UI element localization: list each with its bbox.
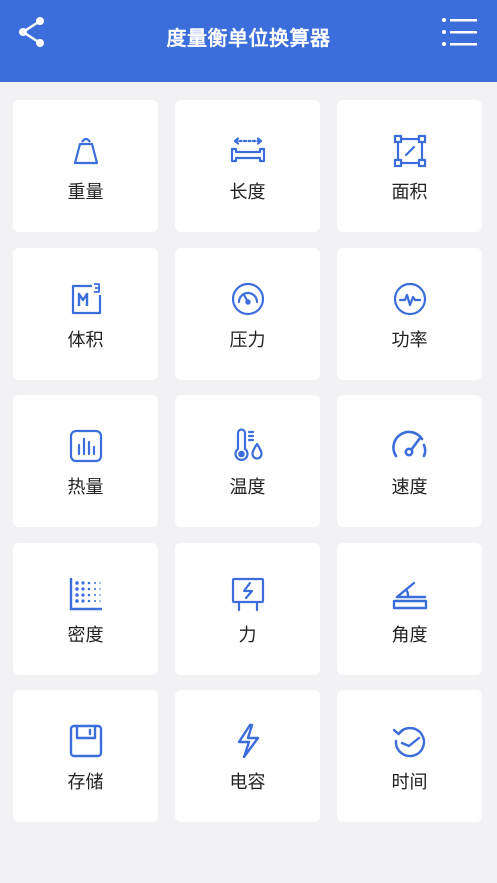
category-card-storage[interactable]: 存储 bbox=[13, 690, 158, 822]
thermometer-icon bbox=[230, 428, 266, 464]
category-label: 功率 bbox=[391, 329, 428, 351]
category-label: 力 bbox=[238, 624, 257, 646]
menu-button[interactable] bbox=[441, 14, 481, 50]
category-card-angle[interactable]: 角度 bbox=[337, 542, 482, 675]
angle-icon bbox=[392, 576, 428, 612]
category-label: 存储 bbox=[67, 772, 104, 793]
force-board-icon bbox=[230, 576, 266, 612]
floppy-disk-icon bbox=[68, 723, 104, 759]
app-title: 度量衡单位换算器 bbox=[166, 26, 331, 50]
power-icon bbox=[392, 281, 428, 317]
clock-rotate-icon bbox=[392, 723, 428, 759]
category-card-force[interactable]: 力 bbox=[175, 542, 320, 675]
category-card-temperature[interactable]: 温度 bbox=[175, 395, 320, 527]
category-label: 长度 bbox=[229, 182, 266, 203]
category-label: 密度 bbox=[67, 624, 104, 646]
category-card-capacitance[interactable]: 电容 bbox=[175, 690, 320, 822]
category-label: 角度 bbox=[391, 624, 428, 646]
category-label: 面积 bbox=[391, 182, 428, 203]
category-card-volume[interactable]: 体积 bbox=[13, 247, 158, 380]
category-card-time[interactable]: 时间 bbox=[337, 690, 482, 822]
menu-list-icon bbox=[442, 18, 477, 46]
category-label: 电容 bbox=[229, 772, 266, 793]
pressure-gauge-icon bbox=[230, 281, 266, 317]
weight-icon bbox=[68, 133, 104, 169]
density-dots-icon bbox=[68, 576, 104, 612]
category-label: 时间 bbox=[391, 772, 428, 793]
category-card-weight[interactable]: 重量 bbox=[13, 100, 158, 232]
category-label: 热量 bbox=[67, 477, 104, 498]
category-label: 温度 bbox=[229, 477, 266, 498]
category-label: 压力 bbox=[229, 329, 266, 351]
category-card-area[interactable]: 面积 bbox=[337, 100, 482, 232]
app-header: 度量衡单位换算器 bbox=[0, 0, 497, 82]
lightning-icon bbox=[230, 723, 266, 759]
heat-chart-icon bbox=[68, 428, 104, 464]
volume-icon bbox=[68, 281, 104, 317]
category-card-pressure[interactable]: 压力 bbox=[175, 247, 320, 380]
category-label: 体积 bbox=[67, 329, 104, 351]
category-label: 重量 bbox=[67, 182, 104, 203]
category-card-heat[interactable]: 热量 bbox=[13, 395, 158, 527]
category-card-length[interactable]: 长度 bbox=[175, 100, 320, 232]
category-label: 速度 bbox=[391, 477, 428, 498]
length-icon bbox=[230, 133, 266, 169]
category-grid: 重量 长度 面积 体积 压力 功率 热量 温度 速度 密度 力 角度 存储 电容… bbox=[13, 100, 485, 822]
category-card-density[interactable]: 密度 bbox=[13, 542, 158, 675]
category-card-power[interactable]: 功率 bbox=[337, 247, 482, 380]
area-icon bbox=[392, 133, 428, 169]
category-card-speed[interactable]: 速度 bbox=[337, 395, 482, 527]
speedometer-icon bbox=[391, 428, 428, 464]
